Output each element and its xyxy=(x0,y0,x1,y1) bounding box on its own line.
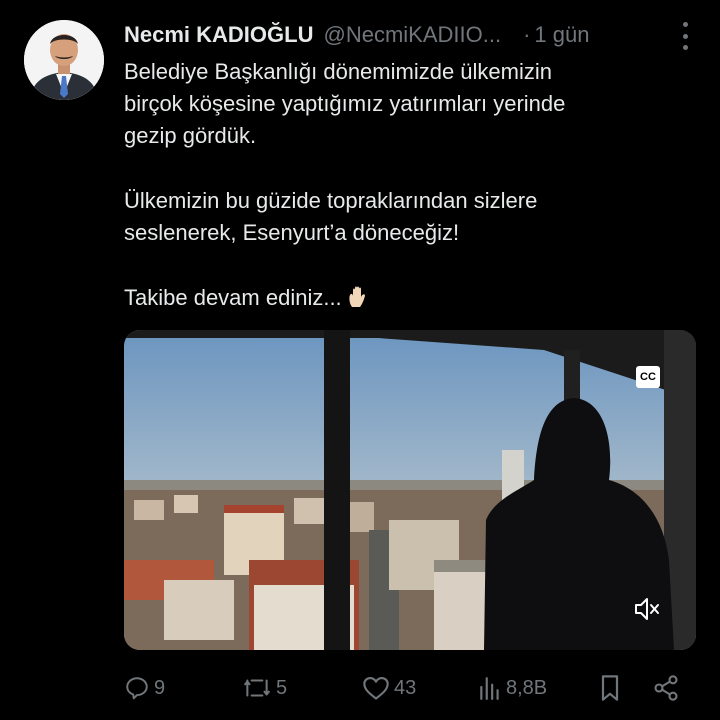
captions-button[interactable]: CC xyxy=(636,366,660,388)
tweet-text: Belediye Başkanlığı dönemimizde ülkemizi… xyxy=(124,56,684,314)
text-line: seslenerek, Esenyurt’a döneceğiz! xyxy=(124,220,460,245)
share-button[interactable] xyxy=(652,672,680,704)
author-avatar[interactable] xyxy=(24,20,104,100)
author-handle[interactable]: @NecmiKADIIO... xyxy=(323,22,501,48)
share-icon xyxy=(654,675,678,701)
like-count: 43 xyxy=(394,676,417,699)
author-name[interactable]: Necmi KADIOĞLU xyxy=(124,22,313,48)
text-line: gezip gördük. xyxy=(124,123,257,148)
video-player[interactable] xyxy=(124,330,696,650)
text-line: Takibe devam ediniz... xyxy=(124,282,684,314)
views-button[interactable]: 8,8B xyxy=(478,672,547,704)
bookmark-button[interactable] xyxy=(598,672,622,704)
text-line: birçok köşesine yaptığımız yatırımları y… xyxy=(124,91,566,116)
reply-button[interactable]: 9 xyxy=(124,672,165,704)
retweet-icon xyxy=(244,679,270,697)
tweet-header: Necmi KADIOĞLU @NecmiKADIIO... · 1 gün xyxy=(124,18,696,52)
action-bar: 9 5 43 8,8B xyxy=(124,672,696,704)
text-line: Ülkemizin bu güzide topraklarından sizle… xyxy=(124,188,538,213)
reply-count: 9 xyxy=(154,676,166,699)
bookmark-icon xyxy=(601,675,619,701)
text-line: Belediye Başkanlığı dönemimizde ülkemizi… xyxy=(124,59,552,84)
views-chart-icon xyxy=(480,677,499,700)
like-button[interactable]: 43 xyxy=(362,672,416,704)
text-line-content: Takibe devam ediniz... xyxy=(124,285,342,310)
retweet-count: 5 xyxy=(276,676,288,699)
views-count: 8,8B xyxy=(506,676,548,699)
volume-muted-icon[interactable] xyxy=(633,596,661,622)
heart-icon xyxy=(363,677,389,700)
more-options-icon[interactable] xyxy=(680,22,690,50)
retweet-button[interactable]: 5 xyxy=(242,672,287,704)
reply-icon xyxy=(126,677,148,700)
raised-hand-icon xyxy=(348,285,368,309)
separator-dot: · xyxy=(523,22,531,47)
tweet-time[interactable]: 1 gün xyxy=(534,22,589,48)
